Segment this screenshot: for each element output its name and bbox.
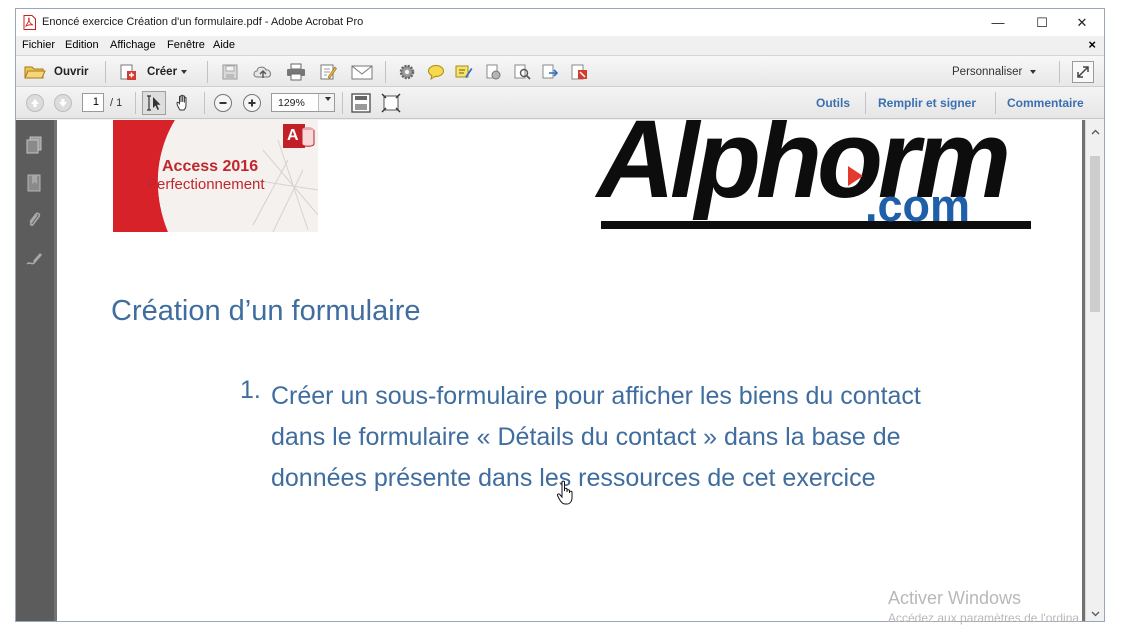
- bookmark-icon[interactable]: [25, 174, 43, 192]
- menu-fenetre[interactable]: Fenêtre: [167, 39, 205, 51]
- select-tool-button[interactable]: [142, 91, 166, 115]
- main-toolbar: Ouvrir Créer Personnaliser: [16, 55, 1104, 87]
- navigation-panel: [16, 120, 54, 621]
- save-icon[interactable]: [221, 63, 239, 81]
- page-thumbnails-icon[interactable]: [25, 136, 43, 154]
- arrow-up-icon: [31, 99, 39, 107]
- chevron-down-icon: [325, 97, 331, 101]
- customize-label: Personnaliser: [952, 66, 1023, 78]
- print-icon[interactable]: [286, 63, 306, 81]
- document-viewport[interactable]: A Access 2016 Perfectionnement Alphorm .…: [54, 120, 1085, 621]
- menu-fichier[interactable]: Fichier: [22, 39, 55, 51]
- menu-edition[interactable]: Edition: [65, 39, 99, 51]
- hand-pointer-cursor-icon: [556, 480, 573, 505]
- list-line: dans le formulaire « Détails du contact …: [271, 423, 901, 451]
- create-button[interactable]: Créer: [147, 66, 188, 78]
- close-document-button[interactable]: ×: [1088, 37, 1096, 52]
- scroll-up-button[interactable]: [1086, 125, 1104, 139]
- next-page-button[interactable]: [54, 94, 72, 112]
- edit-document-icon[interactable]: [319, 63, 337, 81]
- window-title: Enoncé exercice Création d'un formulaire…: [42, 16, 364, 28]
- watermark-subtitle: Accédez aux paramètres de l'ordina: [888, 611, 1080, 625]
- pdf-file-icon: [23, 15, 36, 30]
- comment-link[interactable]: Commentaire: [1007, 96, 1084, 110]
- zoom-dropdown-button[interactable]: [318, 94, 334, 111]
- list-line: Créer un sous-formulaire pour afficher l…: [271, 382, 921, 410]
- email-icon[interactable]: [351, 63, 373, 81]
- list-number: 1.: [240, 376, 261, 404]
- expand-icon: [1077, 66, 1089, 78]
- alphorm-logo: Alphorm .com: [595, 120, 1035, 235]
- play-icon: [848, 166, 863, 186]
- title-bar: Enoncé exercice Création d'un formulaire…: [16, 9, 1104, 36]
- chevron-up-icon: [1091, 129, 1099, 135]
- vertical-scrollbar[interactable]: [1085, 120, 1104, 621]
- stamp-icon[interactable]: [484, 63, 502, 81]
- folder-open-icon[interactable]: [24, 63, 46, 81]
- maximize-button[interactable]: ☐: [1022, 9, 1062, 36]
- arrow-down-icon: [59, 99, 67, 107]
- zoom-in-button[interactable]: [243, 94, 261, 112]
- tools-link[interactable]: Outils: [816, 96, 850, 110]
- create-pdf-icon[interactable]: [119, 63, 137, 81]
- menu-bar: Fichier Edition Affichage Fenêtre Aide ×: [16, 36, 1104, 54]
- list-item: Créer un sous-formulaire pour afficher l…: [271, 376, 1041, 499]
- page-total: / 1: [110, 97, 123, 109]
- page-number-input[interactable]: 1: [82, 93, 104, 112]
- menu-aide[interactable]: Aide: [213, 39, 235, 51]
- create-label: Créer: [147, 66, 178, 78]
- plus-icon: [248, 99, 256, 107]
- chevron-down-icon: [181, 69, 188, 74]
- previous-page-button[interactable]: [26, 94, 44, 112]
- fill-and-sign-link[interactable]: Remplir et signer: [878, 96, 976, 110]
- pdf-page: A Access 2016 Perfectionnement Alphorm .…: [57, 120, 1082, 621]
- settings-icon[interactable]: [398, 63, 416, 81]
- cloud-upload-icon[interactable]: [252, 63, 274, 81]
- zoom-value: 129%: [278, 97, 305, 109]
- acrobat-window: Enoncé exercice Création d'un formulaire…: [15, 8, 1105, 622]
- banner-subtitle: Perfectionnement: [147, 176, 265, 193]
- menu-affichage[interactable]: Affichage: [110, 39, 156, 51]
- minus-icon: [219, 102, 227, 104]
- watermark-title: Activer Windows: [888, 588, 1022, 608]
- scroll-down-button[interactable]: [1086, 607, 1104, 621]
- list-line: données présente dans les ressources de …: [271, 464, 876, 492]
- fit-width-icon[interactable]: [380, 92, 402, 114]
- minimize-button[interactable]: —: [978, 9, 1018, 36]
- hand-tool-icon[interactable]: [174, 93, 194, 113]
- zoom-out-button[interactable]: [214, 94, 232, 112]
- chevron-down-icon: [1091, 611, 1099, 617]
- customize-button[interactable]: Personnaliser: [952, 66, 1037, 78]
- comment-bubble-icon[interactable]: [427, 63, 445, 81]
- logo-sub-text: .com: [865, 180, 971, 231]
- fit-page-icon[interactable]: [350, 92, 372, 114]
- document-title: Création d’un formulaire: [111, 295, 421, 327]
- pdf-tool-icon[interactable]: [570, 63, 588, 81]
- search-document-icon[interactable]: [513, 63, 531, 81]
- signature-pen-icon[interactable]: [25, 250, 43, 268]
- close-button[interactable]: ✕: [1062, 9, 1102, 36]
- navigation-toolbar: 1 / 1 129% Outils Remplir et signer Comm…: [16, 87, 1104, 119]
- zoom-level-select[interactable]: 129%: [271, 93, 335, 112]
- fullscreen-button[interactable]: [1072, 61, 1094, 83]
- open-button[interactable]: Ouvrir: [54, 66, 89, 78]
- text-select-cursor-icon: [147, 95, 161, 111]
- chevron-down-icon: [1030, 69, 1037, 74]
- attachment-paperclip-icon[interactable]: [25, 211, 43, 229]
- access-banner-image: A Access 2016 Perfectionnement: [113, 120, 318, 232]
- access-app-letter: A: [287, 127, 299, 144]
- export-document-icon[interactable]: [541, 63, 559, 81]
- windows-activation-watermark: Activer Windows Accédez aux paramètres d…: [888, 588, 1079, 625]
- banner-title: Access 2016: [162, 158, 259, 175]
- scroll-thumb[interactable]: [1090, 156, 1100, 312]
- highlight-icon[interactable]: [455, 63, 473, 81]
